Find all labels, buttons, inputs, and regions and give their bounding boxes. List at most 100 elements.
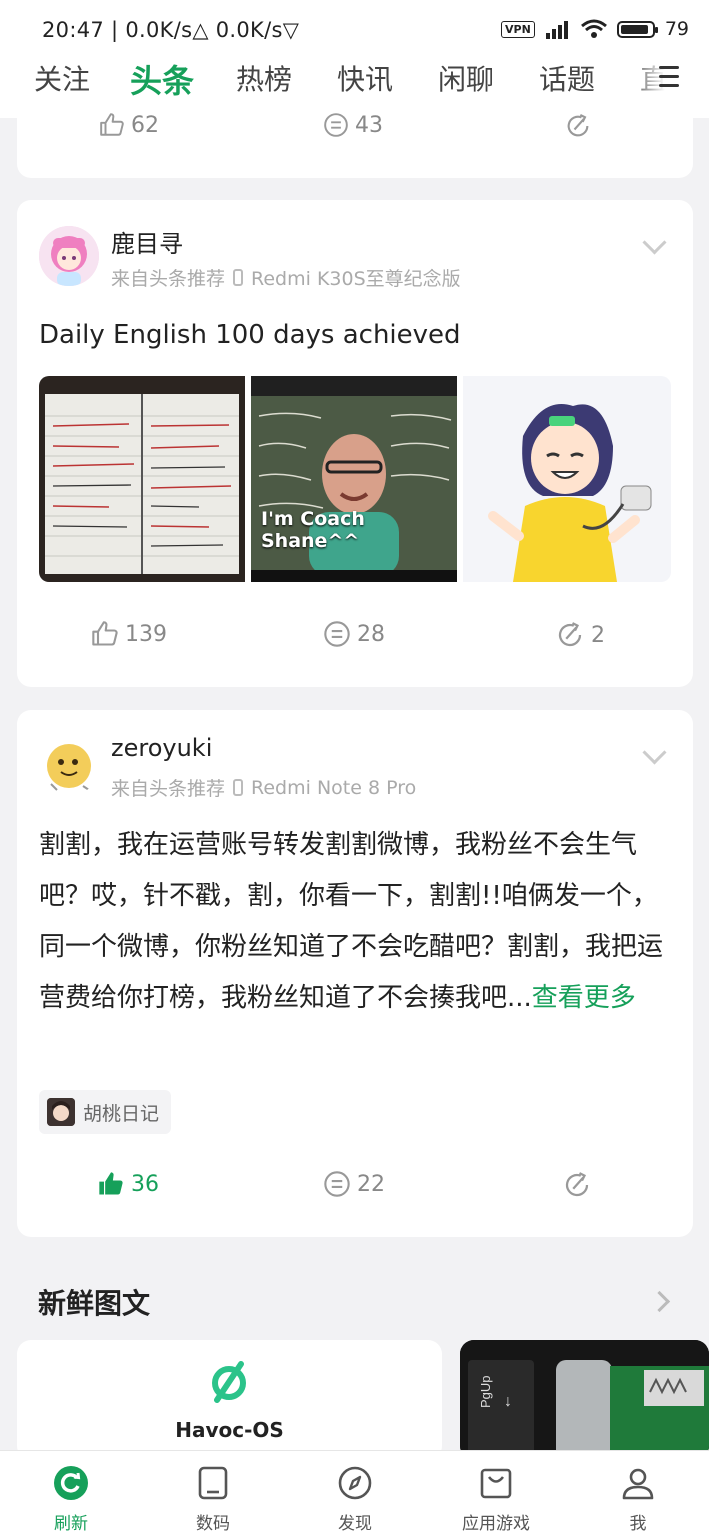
share-button[interactable] [564, 112, 592, 140]
user-icon [588, 1465, 688, 1501]
post-video-thumbnail[interactable]: I'm Coach Shane^^ [251, 376, 457, 582]
share-button[interactable]: 2 [555, 620, 605, 650]
status-bar: 20:47 | 0.0K/s△ 0.0K/s▽ VPN 79 [0, 0, 709, 56]
comment-icon [324, 113, 348, 137]
havoc-logo-icon [212, 1361, 246, 1403]
post-title[interactable]: Daily English 100 days achieved [39, 320, 461, 350]
topic-avatar-image [47, 1098, 75, 1126]
card-actions: 139 28 2 [17, 620, 693, 660]
nav-discover[interactable]: 发现 [305, 1465, 405, 1534]
status-time: 20:47 | 0.0K/s△ 0.0K/s▽ [42, 18, 300, 42]
phone-icon [233, 269, 244, 286]
post-source: 来自头条推荐 [111, 268, 226, 290]
tab-headlines[interactable]: 头条 [130, 56, 194, 102]
post-text[interactable]: 割割，我在运营账号转发割割微博，我粉丝不会生气吧？哎，针不戳，割，你看一下，割割… [39, 820, 669, 1024]
tab-follow[interactable]: 关注 [34, 58, 90, 98]
comment-button[interactable]: 22 [323, 1170, 385, 1198]
post-device: Redmi K30S至尊纪念版 [251, 268, 461, 290]
hardware-photo: PgUp ↓ [460, 1340, 709, 1460]
card-actions: 36 22 [17, 1170, 693, 1210]
article-tile[interactable]: PgUp ↓ [460, 1340, 709, 1460]
menu-icon[interactable] [659, 66, 679, 93]
nav-refresh[interactable]: 刷新 [21, 1465, 121, 1534]
vpn-icon: VPN [501, 20, 535, 38]
svg-text:↓: ↓ [504, 1393, 512, 1410]
post-device: Redmi Note 8 Pro [251, 776, 417, 799]
share-icon [558, 622, 582, 647]
comment-count: 28 [357, 621, 385, 647]
thumbs-up-icon [100, 113, 124, 136]
article-tile[interactable]: Havoc-OS [17, 1340, 442, 1460]
wifi-icon [580, 19, 607, 38]
comment-count: 43 [355, 112, 383, 138]
tab-hot[interactable]: 热榜 [236, 58, 292, 98]
signal-icon [545, 21, 568, 39]
card-actions: 62 43 [17, 112, 693, 152]
avatar-anime-girl [39, 226, 99, 286]
nav-label: 数码 [196, 1514, 230, 1534]
post-image-anime-character[interactable] [463, 376, 671, 582]
comment-button[interactable]: 43 [323, 112, 383, 138]
comment-icon [324, 621, 350, 647]
comment-icon [324, 1171, 350, 1197]
tab-chat[interactable]: 闲聊 [438, 58, 494, 98]
tablet-icon [163, 1465, 263, 1501]
like-count: 36 [131, 1171, 159, 1197]
battery-level: 79 [664, 18, 689, 40]
avatar-yellow-blob [39, 736, 99, 796]
nav-apps-games[interactable]: 应用游戏 [446, 1465, 546, 1534]
username[interactable]: 鹿目寻 [111, 224, 183, 259]
topic-name: 胡桃日记 [83, 1102, 160, 1125]
tile-title: Havoc-OS [175, 1418, 284, 1442]
see-more-link[interactable]: 查看更多 [532, 983, 636, 1013]
share-button[interactable] [562, 1170, 592, 1200]
comment-count: 22 [357, 1171, 385, 1197]
nav-label: 刷新 [54, 1514, 88, 1534]
tab-news-flash[interactable]: 快讯 [337, 58, 393, 98]
video-caption: I'm Coach Shane^^ [261, 508, 365, 552]
nav-me[interactable]: 我 [588, 1465, 688, 1534]
thumbs-up-filled-icon [99, 1172, 123, 1195]
username[interactable]: zeroyuki [111, 734, 212, 762]
nav-label: 我 [629, 1514, 647, 1534]
like-count: 62 [131, 112, 159, 138]
like-button[interactable]: 62 [99, 112, 159, 138]
like-button[interactable]: 36 [97, 1170, 159, 1198]
bottom-nav: 刷新 数码 发现 应用游戏 我 [0, 1450, 709, 1537]
share-icon [565, 1172, 589, 1197]
svg-text:PgUp: PgUp [478, 1375, 493, 1408]
post-source: 来自头条推荐 [111, 778, 226, 800]
refresh-icon [21, 1465, 121, 1501]
comment-button[interactable]: 28 [323, 620, 385, 648]
thumbs-up-icon [92, 621, 118, 646]
feed-card[interactable]: 鹿目寻 来自头条推荐 Redmi K30S至尊纪念版 Daily English… [17, 200, 693, 687]
post-meta: 来自头条推荐 Redmi Note 8 Pro [111, 774, 416, 801]
nav-digital[interactable]: 数码 [163, 1465, 263, 1534]
notebook-image [39, 376, 245, 582]
chevron-right-icon[interactable] [648, 1290, 671, 1313]
like-button[interactable]: 139 [91, 620, 167, 648]
section-title: 新鲜图文 [38, 1287, 151, 1320]
battery-icon [616, 20, 658, 38]
avatar[interactable] [39, 736, 99, 796]
chevron-down-icon[interactable] [642, 740, 667, 765]
nav-label: 发现 [338, 1514, 372, 1534]
share-icon [567, 113, 589, 137]
phone-icon [233, 779, 244, 796]
tab-topics[interactable]: 话题 [539, 58, 595, 98]
anime-character-image [463, 376, 671, 582]
feed-card: 62 43 [17, 100, 693, 178]
like-count: 139 [125, 621, 167, 647]
topic-avatar [47, 1098, 75, 1126]
avatar[interactable] [39, 226, 99, 286]
shopping-bag-icon [446, 1465, 546, 1501]
feed-card[interactable]: zeroyuki 来自头条推荐 Redmi Note 8 Pro 割割，我在运营… [17, 710, 693, 1237]
topic-chip[interactable]: 胡桃日记 [39, 1090, 172, 1134]
post-image-notebook[interactable] [39, 376, 245, 582]
post-meta: 来自头条推荐 Redmi K30S至尊纪念版 [111, 264, 461, 291]
chevron-down-icon[interactable] [642, 230, 667, 255]
status-icons: VPN 79 [501, 18, 689, 40]
nav-label: 应用游戏 [462, 1514, 530, 1534]
share-count: 2 [591, 622, 605, 648]
compass-icon [305, 1465, 405, 1501]
